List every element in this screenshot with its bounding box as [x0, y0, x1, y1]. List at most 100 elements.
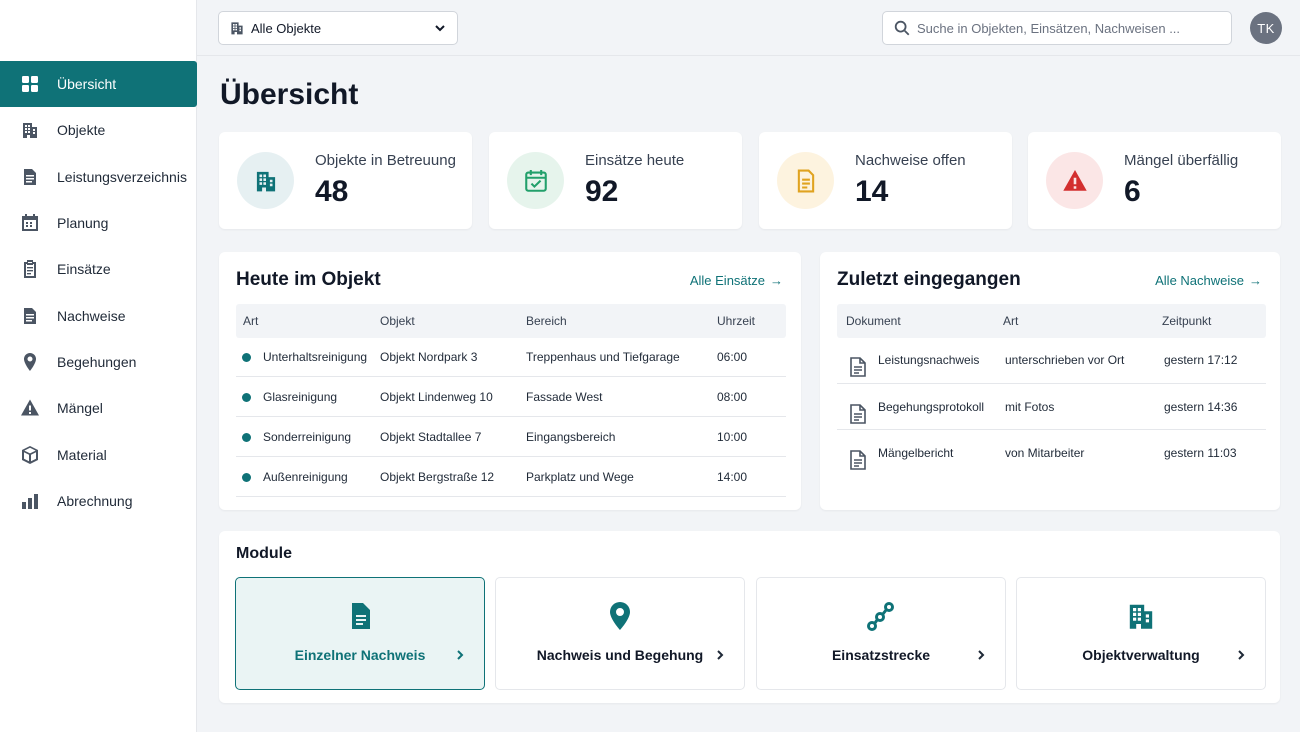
cell-uhrzeit: 06:00: [717, 350, 748, 364]
location-pin-icon: [604, 600, 636, 632]
cell-zeitpunkt: gestern 14:36: [1164, 399, 1238, 414]
page-title: Übersicht: [220, 78, 359, 111]
chevron-right-icon: [1235, 648, 1247, 662]
chevron-right-icon: [714, 648, 726, 662]
link-label: Alle Einsätze: [689, 273, 765, 288]
building-icon: [231, 22, 243, 35]
all-nachweise-link[interactable]: Alle Nachweise →: [1155, 273, 1262, 288]
calendar-icon: [524, 169, 547, 192]
panel-title: Heute im Objekt: [236, 269, 381, 290]
avatar[interactable]: TK: [1250, 12, 1282, 44]
location-pin-icon: [20, 352, 40, 372]
panel-title: Module: [236, 545, 292, 562]
sidebar-item-einsaetze[interactable]: Einsätze: [0, 246, 197, 292]
object-select[interactable]: Alle Objekte: [218, 11, 458, 45]
cell-objekt: Objekt Bergstraße 12: [380, 470, 495, 484]
arrow-right-icon: →: [1249, 273, 1262, 288]
sidebar-item-label: Einsätze: [57, 261, 111, 278]
cell-art: Außenreinigung: [263, 470, 348, 484]
warning-icon: [20, 398, 40, 418]
table-row[interactable]: Unterhaltsreinigung Objekt Nordpark 3 Tr…: [236, 337, 786, 377]
table-row[interactable]: Begehungsprotokoll mit Fotos gestern 14:…: [837, 384, 1266, 430]
table-row[interactable]: Sonderreinigung Objekt Stadtallee 7 Eing…: [236, 417, 786, 457]
module-einzelner-nachweis[interactable]: Einzelner Nachweis: [235, 577, 485, 690]
table-header: Art Objekt Bereich Uhrzeit: [236, 304, 786, 338]
sidebar-item-abrechnung[interactable]: Abrechnung: [0, 478, 197, 524]
table-row[interactable]: Außenreinigung Objekt Bergstraße 12 Park…: [236, 457, 786, 497]
cell-objekt: Objekt Lindenweg 10: [380, 390, 493, 404]
cell-art: mit Fotos: [1005, 399, 1055, 414]
building-icon: [20, 120, 40, 140]
dashboard-grid-icon: [20, 74, 40, 94]
cell-bereich: Parkplatz und Wege: [526, 470, 634, 484]
cell-dokument: Mängelbericht: [878, 446, 954, 460]
status-dot: [242, 353, 251, 362]
cell-bereich: Fassade West: [526, 390, 603, 404]
cell-uhrzeit: 14:00: [717, 470, 748, 484]
chevron-down-icon: [435, 25, 445, 32]
clipboard-icon: [20, 259, 40, 279]
sidebar-item-begehungen[interactable]: Begehungen: [0, 339, 197, 385]
table-row[interactable]: Leistungsnachweis unterschrieben vor Ort…: [837, 337, 1266, 384]
sidebar-item-label: Material: [57, 446, 107, 463]
document-icon: [20, 167, 40, 187]
arrow-right-icon: →: [770, 273, 783, 288]
module-label: Einsatzstrecke: [831, 647, 931, 663]
sidebar-item-label: Abrechnung: [57, 492, 133, 509]
stat-value: 14: [855, 175, 889, 208]
sidebar-item-material[interactable]: Material: [0, 431, 197, 477]
column-header: Uhrzeit: [717, 314, 756, 328]
status-dot: [242, 433, 251, 442]
sidebar-item-label: Mängel: [57, 400, 103, 417]
sidebar-item-label: Begehungen: [57, 353, 137, 370]
module-objektverwaltung[interactable]: Objektverwaltung: [1016, 577, 1266, 690]
sidebar-item-uebersicht[interactable]: Übersicht: [0, 61, 197, 108]
today-panel: Heute im Objekt Alle Einsätze → Art Objek…: [219, 252, 801, 510]
stat-value: 92: [585, 175, 619, 208]
building-icon: [1125, 600, 1157, 632]
cell-objekt: Objekt Nordpark 3: [380, 350, 478, 364]
cell-dokument: Begehungsprotokoll: [878, 399, 985, 414]
cell-art: Glasreinigung: [263, 390, 338, 404]
sidebar-item-maengel[interactable]: Mängel: [0, 385, 197, 431]
document-icon: [797, 169, 814, 192]
module-einsatzstrecke[interactable]: Einsatzstrecke: [756, 577, 1006, 690]
object-select-value: Alle Objekte: [251, 20, 322, 36]
recent-panel: Zuletzt eingegangen Alle Nachweise → Doku…: [820, 252, 1280, 510]
warning-icon: [1062, 169, 1087, 191]
cell-art: Sonderreinigung: [263, 430, 352, 444]
stat-card-maengel: Mängel überfällig 6: [1028, 132, 1281, 229]
sidebar-item-objekte[interactable]: Objekte: [0, 107, 197, 153]
link-label: Alle Nachweise: [1155, 273, 1244, 288]
building-icon: [256, 171, 275, 191]
sidebar-item-nachweise[interactable]: Nachweise: [0, 292, 197, 338]
cell-dokument: Leistungsnachweis: [878, 353, 980, 367]
sidebar-item-label: Planung: [57, 215, 109, 232]
stat-label: Einsätze heute: [585, 152, 685, 169]
sidebar-item-label: Objekte: [57, 122, 106, 139]
table-header: Dokument Art Zeitpunkt: [837, 304, 1266, 338]
table-row[interactable]: Mängelbericht von Mitarbeiter gestern 11…: [837, 430, 1266, 477]
stat-icon-circle: [777, 152, 834, 209]
stat-label: Objekte in Betreuung: [315, 152, 456, 169]
cell-bereich: Treppenhaus und Tiefgarage: [526, 350, 680, 364]
sidebar-item-leistungsverzeichnis[interactable]: Leistungsverzeichnis: [0, 154, 197, 200]
search-icon: [894, 20, 910, 36]
module-label: Einzelner Nachweis: [294, 647, 426, 663]
module-nachweis-und-begehung[interactable]: Nachweis und Begehung: [495, 577, 745, 690]
sidebar-item-planung[interactable]: Planung: [0, 200, 197, 246]
sidebar-item-label: Leistungsverzeichnis: [57, 168, 187, 185]
search-input[interactable]: [917, 20, 1221, 36]
status-dot: [242, 473, 251, 482]
table-row[interactable]: Glasreinigung Objekt Lindenweg 10 Fassad…: [236, 377, 786, 417]
document-icon: [849, 443, 867, 470]
module-label: Nachweis und Begehung: [536, 647, 704, 663]
cell-zeitpunkt: gestern 11:03: [1164, 446, 1237, 460]
stat-value: 6: [1124, 175, 1141, 208]
stat-card-nachweise: Nachweise offen 14: [759, 132, 1012, 229]
stat-icon-circle: [237, 152, 294, 209]
all-einsaetze-link[interactable]: Alle Einsätze →: [690, 273, 783, 288]
module-label: Objektverwaltung: [1082, 647, 1200, 663]
chevron-right-icon: [975, 648, 987, 662]
stat-value: 48: [315, 175, 349, 208]
